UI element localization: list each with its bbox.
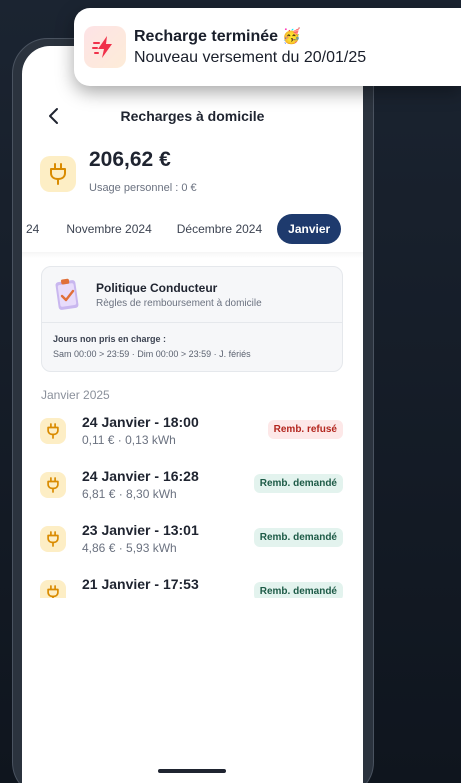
status-badge: Remb. refusé [267,420,343,439]
driver-policy-card[interactable]: Politique Conducteur Règles de rembourse… [41,266,343,372]
plug-icon [40,418,66,444]
list-item[interactable]: 24 Janvier - 16:28 6,81 € · 8,30 kWh Rem… [22,466,363,506]
plug-icon [40,156,76,192]
status-badge: Remb. demandé [253,528,343,547]
session-detail: 4,86 € · 5,93 kWh [82,541,177,555]
home-indicator[interactable] [158,769,226,773]
month-tabs: 24 Novembre 2024 Décembre 2024 Janvier [22,212,363,246]
tab-janvier[interactable]: Janvier [277,214,342,244]
app-screen: Recharges à domicile 206,62 € Usage pers… [22,46,363,783]
excluded-days: Sam 00:00 > 23:59 · Dim 00:00 > 23:59 · … [53,349,251,359]
charging-summary: 206,62 € Usage personnel : 0 € [40,148,350,200]
policy-title: Politique Conducteur [96,281,218,295]
month-section-label: Janvier 2025 [41,388,110,402]
lightning-bolt-icon [84,26,126,68]
status-badge: Remb. demandé [253,582,343,598]
plug-icon [40,580,66,598]
charging-session-list: 24 Janvier - 18:00 0,11 € · 0,13 kWh Rem… [22,412,363,598]
plug-icon [40,472,66,498]
tab-novembre-2024[interactable]: Novembre 2024 [66,222,151,236]
list-item[interactable]: 21 Janvier - 17:53 Remb. demandé [22,574,363,598]
party-emoji-icon: 🥳 [282,27,301,45]
session-datetime: 23 Janvier - 13:01 [82,522,199,538]
notification-body: Nouveau versement du 20/01/25 [134,48,367,66]
header: Recharges à domicile [22,102,363,130]
plug-icon [40,526,66,552]
list-item[interactable]: 23 Janvier - 13:01 4,86 € · 5,93 kWh Rem… [22,520,363,560]
clipboard-check-icon [54,277,80,311]
tabs-divider [22,252,363,258]
session-detail: 6,81 € · 8,30 kWh [82,487,177,501]
total-amount: 206,62 € [89,148,171,171]
policy-subtitle: Règles de remboursement à domicile [96,298,262,309]
push-notification[interactable]: Recharge terminée 🥳 Nouveau versement du … [74,8,461,86]
session-detail: 0,11 € · 0,13 kWh [82,433,176,447]
list-item[interactable]: 24 Janvier - 18:00 0,11 € · 0,13 kWh Rem… [22,412,363,452]
status-badge: Remb. demandé [253,474,343,493]
tab-previous-partial[interactable]: 24 [26,222,39,236]
session-datetime: 24 Janvier - 16:28 [82,468,199,484]
personal-usage: Usage personnel : 0 € [89,182,197,194]
notification-title: Recharge terminée [134,27,279,45]
session-datetime: 24 Janvier - 18:00 [82,414,199,430]
session-datetime: 21 Janvier - 17:53 [82,576,199,592]
tab-decembre-2024[interactable]: Décembre 2024 [177,222,262,236]
page-title: Recharges à domicile [120,108,265,124]
excluded-days-label: Jours non pris en charge : [53,334,167,344]
